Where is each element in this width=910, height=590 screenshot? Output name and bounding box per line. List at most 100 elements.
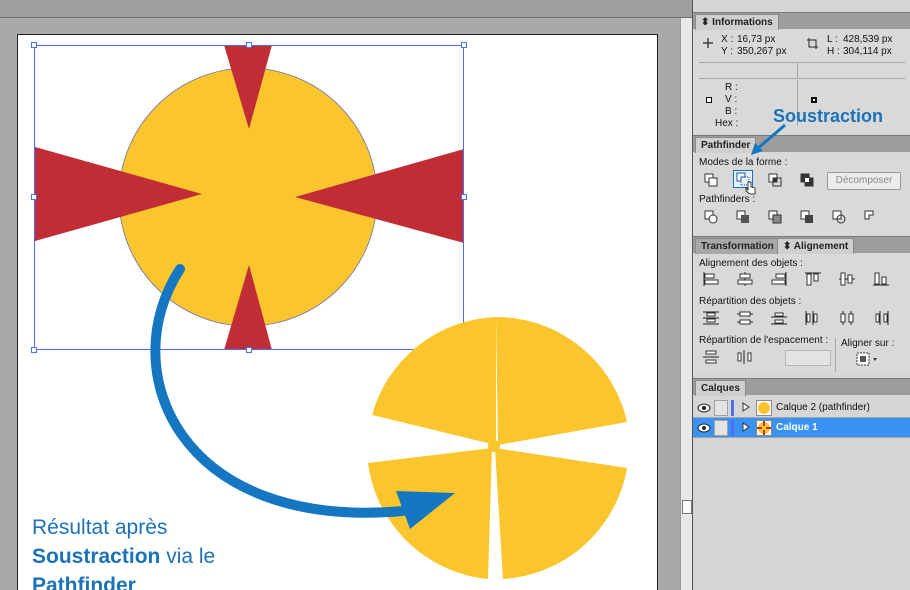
soustraction-callout: Soustraction [773, 106, 884, 126]
hand-cursor-icon [745, 181, 756, 195]
distribute-top-button[interactable] [701, 309, 721, 327]
distribute-right-button[interactable] [871, 309, 891, 327]
result-caption: Résultat après Soustraction via le Pathf… [32, 513, 215, 590]
tab-alignement-label: Alignement [793, 241, 849, 252]
layer-color-bar [731, 420, 734, 436]
crosshair-icon [703, 38, 713, 48]
space-horizontal-button[interactable] [735, 348, 755, 366]
x-value: 16,73 px [737, 34, 776, 45]
layer-thumbnail [756, 420, 772, 436]
h-label: H : [827, 46, 840, 57]
exclude-button[interactable] [797, 171, 817, 189]
y-label: Y : [721, 46, 734, 57]
artboard[interactable]: Résultat après Soustraction via le Pathf… [17, 34, 658, 590]
align-left-icon [703, 272, 719, 286]
align-vcenter-button[interactable] [837, 270, 857, 288]
distribute-bottom-button[interactable] [769, 309, 789, 327]
l-value: 428,539 px [843, 34, 893, 45]
caption-bold-soustraction: Soustraction [32, 545, 161, 568]
align-bottom-button[interactable] [871, 270, 891, 288]
align-right-button[interactable] [769, 270, 789, 288]
spacing-label: Répartition de l'espacement : [699, 335, 829, 346]
align-to-label: Aligner sur : [841, 338, 895, 349]
intersect-icon [768, 173, 782, 187]
result-shape[interactable] [368, 316, 627, 579]
distribute-vcenter-button[interactable] [735, 309, 755, 327]
trim-icon [736, 210, 749, 223]
tab-alignement[interactable]: ⬍ Alignement [777, 238, 855, 254]
crop-button[interactable] [797, 208, 817, 226]
tab-informations[interactable]: ⬍ Informations [695, 14, 779, 30]
alignement-tabstrip: Transformation ⬍ Alignement [693, 236, 910, 254]
lock-toggle[interactable] [714, 420, 728, 436]
lock-toggle[interactable] [714, 400, 728, 416]
align-to-dropdown[interactable] [855, 350, 881, 368]
alignment-objects-label: Alignement des objets : [699, 258, 803, 269]
h-value: 304,114 px [843, 46, 892, 57]
outline-button[interactable] [829, 208, 849, 226]
stroke-swatch-icon [811, 97, 817, 103]
divider [699, 78, 905, 79]
pathfinder-panel: Modes de la forme : Décomposer Pathfinde… [693, 123, 910, 235]
tab-informations-label: Informations [712, 17, 773, 28]
trim-button[interactable] [733, 208, 753, 226]
distribute-bottom-icon [771, 312, 787, 325]
layer-row[interactable]: Calque 2 (pathfinder) [693, 398, 910, 418]
unite-icon [704, 173, 718, 187]
divider [699, 62, 905, 63]
minus-back-icon [864, 210, 874, 220]
distribute-top-icon [703, 311, 719, 325]
vertical-scrollbar[interactable] [680, 18, 692, 590]
informations-tabstrip: ⬍ Informations [693, 12, 910, 30]
pathfinder-tabstrip: Pathfinder [693, 135, 910, 153]
caption-line-2-rest: via le [160, 545, 216, 568]
visibility-eye-icon[interactable] [697, 401, 711, 415]
align-hcenter-icon [737, 272, 753, 286]
unite-button[interactable] [701, 171, 721, 189]
document-title-bar [0, 0, 692, 18]
hex-label: Hex : [715, 118, 739, 129]
merge-button[interactable] [765, 208, 785, 226]
layer-thumbnail [756, 400, 772, 416]
dimensions-icon [807, 38, 818, 49]
distribution-label: Répartition des objets : [699, 296, 802, 307]
caption-bold-pathfinder: Pathfinder [32, 574, 136, 590]
outline-icon [832, 210, 846, 224]
distribute-right-icon [875, 311, 889, 325]
expand-triangle-icon[interactable] [742, 402, 750, 412]
divide-button[interactable] [701, 208, 721, 226]
tab-calques[interactable]: Calques [695, 380, 746, 396]
layers-panel: Calque 2 (pathfinder) Calque 1 [693, 396, 910, 590]
canvas-area[interactable]: Résultat après Soustraction via le Pathf… [0, 18, 680, 590]
spacing-input[interactable] [785, 350, 831, 366]
align-left-button[interactable] [701, 270, 721, 288]
tab-transformation[interactable]: Transformation [695, 238, 780, 254]
visibility-eye-icon[interactable] [697, 421, 711, 435]
distribute-left-button[interactable] [803, 309, 823, 327]
align-top-button[interactable] [803, 270, 823, 288]
r-label: R : [725, 82, 738, 93]
caption-line-1: Résultat après [32, 516, 168, 539]
space-vertical-button[interactable] [701, 348, 721, 366]
divider [835, 338, 836, 372]
minus-back-button[interactable] [861, 208, 881, 226]
panels-dock: ⬍ Informations X : 16,73 px Y : 350,267 … [692, 0, 910, 590]
layer-row-selected[interactable]: Calque 1 [693, 418, 910, 438]
layer-name[interactable]: Calque 1 [776, 422, 818, 433]
align-to-selection-icon [856, 352, 877, 366]
layer-thumbnail-art [757, 421, 771, 435]
distribute-hcenter-icon [840, 311, 854, 325]
align-hcenter-button[interactable] [735, 270, 755, 288]
intersect-button[interactable] [765, 171, 785, 189]
merge-icon [768, 210, 782, 224]
artwork [31, 42, 627, 579]
divider [797, 62, 798, 78]
layer-name[interactable]: Calque 2 (pathfinder) [776, 402, 870, 413]
align-vcenter-icon [839, 272, 855, 286]
decompose-button[interactable]: Décomposer [827, 172, 901, 190]
expand-triangle-icon[interactable] [742, 422, 750, 432]
scrollbar-thumb[interactable] [682, 500, 692, 514]
distribute-hcenter-button[interactable] [837, 309, 857, 327]
exclude-icon [800, 173, 814, 187]
distribute-vcenter-icon [737, 311, 753, 325]
